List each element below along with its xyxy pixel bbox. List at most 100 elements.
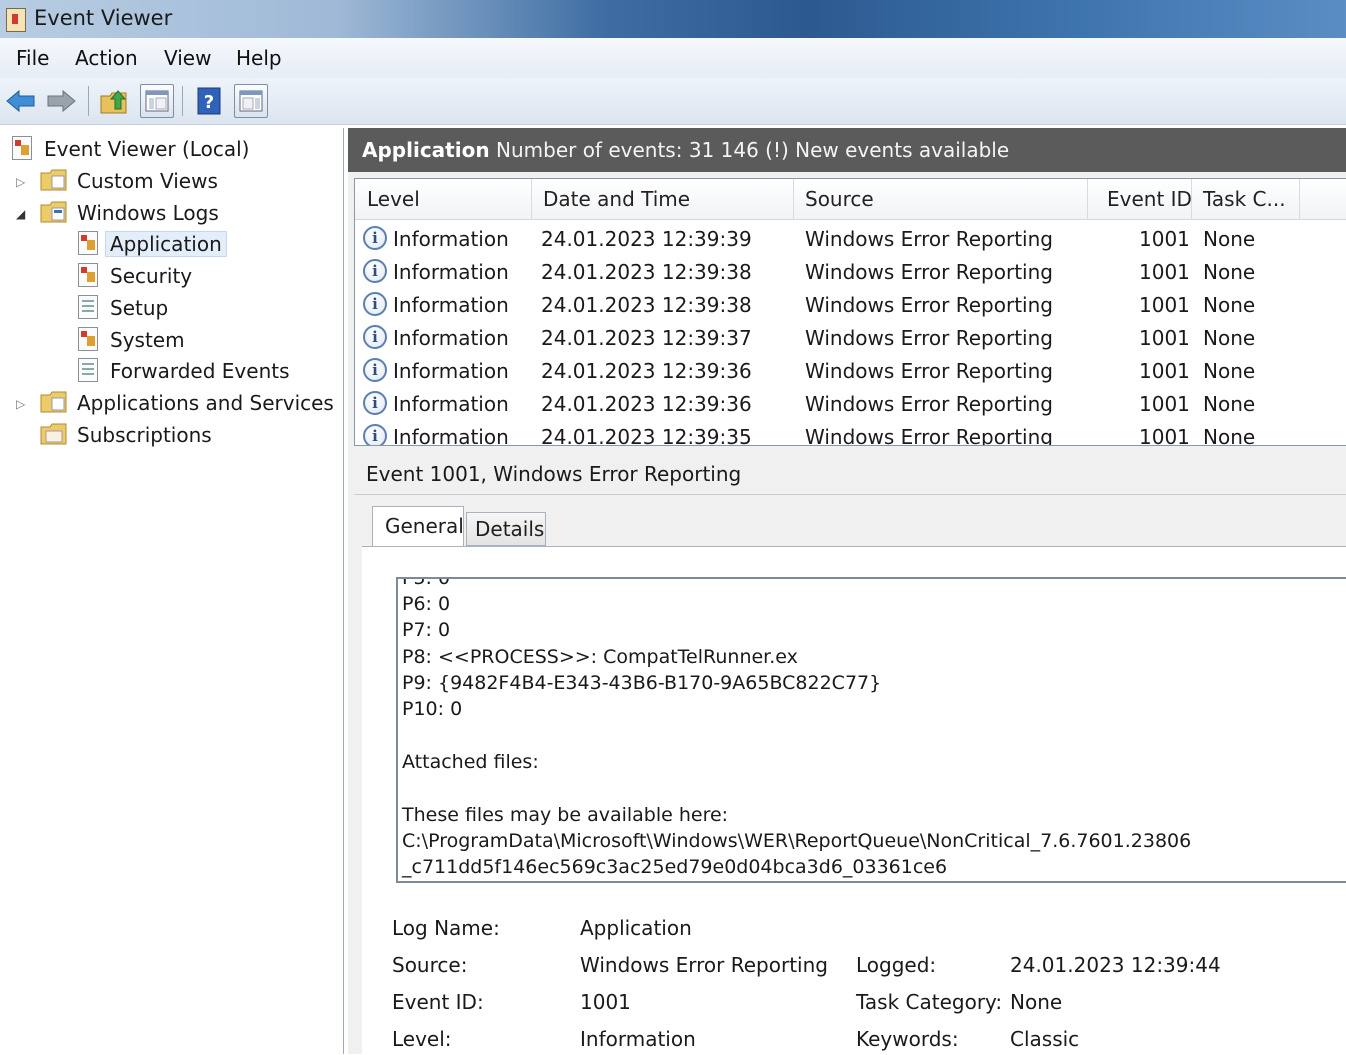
- menu-view[interactable]: View: [164, 46, 211, 70]
- log-icon: [78, 263, 98, 287]
- cell-datetime: 24.01.2023 12:39:36: [541, 392, 752, 416]
- description-line: These files may be available here:: [402, 804, 729, 826]
- table-row[interactable]: i Information 24.01.2023 12:39:35 Window…: [355, 421, 1346, 446]
- cell-event-id: 1001: [1139, 392, 1190, 416]
- tree-item-setup[interactable]: Setup: [76, 293, 256, 323]
- event-viewer-icon: [12, 136, 32, 160]
- help-icon[interactable]: ?: [192, 84, 226, 118]
- description-line: _c711dd5f146ec569c3ac25ed79e0d04bca3d6_0…: [402, 856, 948, 878]
- column-header-date-time[interactable]: Date and Time: [543, 187, 690, 211]
- tree-item-label: Forwarded Events: [110, 359, 290, 383]
- column-divider[interactable]: [793, 179, 794, 219]
- cell-event-id: 1001: [1139, 293, 1190, 317]
- cell-datetime: 24.01.2023 12:39:38: [541, 293, 752, 317]
- cell-source: Windows Error Reporting: [805, 425, 1053, 446]
- tree-item-label: Windows Logs: [77, 201, 219, 225]
- tab-label: General: [385, 514, 464, 538]
- tree-item-label: Custom Views: [77, 169, 218, 193]
- collapse-arrow-icon[interactable]: ◢: [16, 207, 25, 221]
- cell-event-id: 1001: [1139, 326, 1190, 350]
- cell-level: Information: [393, 392, 509, 416]
- tree-item-label: System: [110, 328, 185, 352]
- window-title: Event Viewer: [34, 6, 173, 30]
- tab-general[interactable]: General: [372, 506, 464, 546]
- expand-arrow-icon[interactable]: ▷: [16, 175, 25, 189]
- cell-task-category: None: [1203, 392, 1256, 416]
- cell-source: Windows Error Reporting: [805, 326, 1053, 350]
- cell-datetime: 24.01.2023 12:39:39: [541, 227, 752, 251]
- information-icon: i: [363, 424, 387, 445]
- source-label: Source:: [392, 953, 468, 977]
- menu-action[interactable]: Action: [75, 46, 138, 70]
- source-value: Windows Error Reporting: [580, 953, 828, 977]
- title-bar[interactable]: Event Viewer: [0, 0, 1346, 38]
- tree-item-event-viewer-local[interactable]: Event Viewer (Local): [8, 134, 338, 164]
- column-header-event-id[interactable]: Event ID: [1107, 187, 1192, 211]
- forward-arrow-icon[interactable]: [44, 84, 78, 118]
- column-header-source[interactable]: Source: [805, 187, 874, 211]
- column-divider[interactable]: [1087, 179, 1088, 219]
- tree-item-label: Subscriptions: [77, 423, 212, 447]
- cell-datetime: 24.01.2023 12:39:37: [541, 326, 752, 350]
- toolbar: ?: [0, 78, 1346, 125]
- cell-source: Windows Error Reporting: [805, 359, 1053, 383]
- tree-item-custom-views[interactable]: ▷ Custom Views: [14, 166, 334, 196]
- tree-item-subscriptions[interactable]: Subscriptions: [14, 420, 334, 450]
- menu-file[interactable]: File: [16, 46, 49, 70]
- level-value: Information: [580, 1027, 696, 1051]
- log-name-label: Log Name:: [392, 916, 500, 940]
- back-arrow-icon[interactable]: [4, 84, 38, 118]
- column-divider[interactable]: [1299, 179, 1300, 219]
- cell-event-id: 1001: [1139, 425, 1190, 446]
- tree-item-label: Setup: [110, 296, 169, 320]
- console-tree: Event Viewer (Local) ▷ Custom Views ◢ Wi…: [0, 128, 344, 1054]
- menu-help[interactable]: Help: [236, 46, 282, 70]
- keywords-value: Classic: [1010, 1027, 1080, 1051]
- column-divider[interactable]: [531, 179, 532, 219]
- cell-task-category: None: [1203, 359, 1256, 383]
- cell-event-id: 1001: [1139, 227, 1190, 251]
- folder-icon: [40, 390, 67, 413]
- cell-level: Information: [393, 425, 509, 446]
- table-row[interactable]: i Information 24.01.2023 12:39:36 Window…: [355, 355, 1346, 388]
- table-row[interactable]: i Information 24.01.2023 12:39:36 Window…: [355, 388, 1346, 421]
- cell-datetime: 24.01.2023 12:39:35: [541, 425, 752, 446]
- pane-splitter[interactable]: [348, 446, 1346, 454]
- toolbar-separator: [88, 86, 89, 116]
- tree-item-windows-logs[interactable]: ◢ Windows Logs: [14, 198, 334, 228]
- table-row[interactable]: i Information 24.01.2023 12:39:37 Window…: [355, 322, 1346, 355]
- column-header-level[interactable]: Level: [367, 187, 420, 211]
- tree-item-security[interactable]: Security: [76, 261, 256, 291]
- event-id-label: Event ID:: [392, 990, 484, 1014]
- description-line: P9: {9482F4B4-E343-43B6-B170-9A65BC822C7…: [402, 672, 882, 694]
- cell-level: Information: [393, 227, 509, 251]
- information-icon: i: [363, 358, 387, 382]
- log-name-heading: Application: [362, 138, 490, 162]
- task-category-label: Task Category:: [856, 990, 1003, 1014]
- action-pane-icon[interactable]: [234, 84, 268, 118]
- information-icon: i: [363, 226, 387, 250]
- log-header-bar: Application Number of events: 31 146 (!)…: [348, 128, 1346, 172]
- tree-item-application[interactable]: Application: [76, 229, 256, 259]
- event-id-value: 1001: [580, 990, 631, 1014]
- tree-item-system[interactable]: System: [76, 325, 256, 355]
- log-name-value: Application: [580, 916, 692, 940]
- cell-level: Information: [393, 260, 509, 284]
- log-icon: [78, 295, 98, 319]
- console-tree-icon[interactable]: [140, 84, 174, 118]
- column-divider[interactable]: [1191, 179, 1192, 219]
- folder-up-icon[interactable]: [98, 84, 132, 118]
- column-header-task-category[interactable]: Task C...: [1203, 187, 1286, 211]
- tree-item-forwarded-events[interactable]: Forwarded Events: [76, 356, 296, 386]
- tree-item-applications-and-services[interactable]: ▷ Applications and Services Lo: [14, 388, 340, 418]
- tree-item-label: Security: [110, 264, 193, 288]
- log-icon: [78, 327, 98, 351]
- table-row[interactable]: i Information 24.01.2023 12:39:39 Window…: [355, 223, 1346, 256]
- table-row[interactable]: i Information 24.01.2023 12:39:38 Window…: [355, 256, 1346, 289]
- event-description-textbox[interactable]: P5: 0 P6: 0 P7: 0 P8: <<PROCESS>>: Compa…: [396, 577, 1346, 883]
- general-tab-panel: P5: 0 P6: 0 P7: 0 P8: <<PROCESS>>: Compa…: [362, 546, 1346, 1055]
- tab-details[interactable]: Details: [466, 512, 546, 546]
- subscriptions-icon: [40, 422, 67, 445]
- table-row[interactable]: i Information 24.01.2023 12:39:38 Window…: [355, 289, 1346, 322]
- expand-arrow-icon[interactable]: ▷: [16, 397, 25, 411]
